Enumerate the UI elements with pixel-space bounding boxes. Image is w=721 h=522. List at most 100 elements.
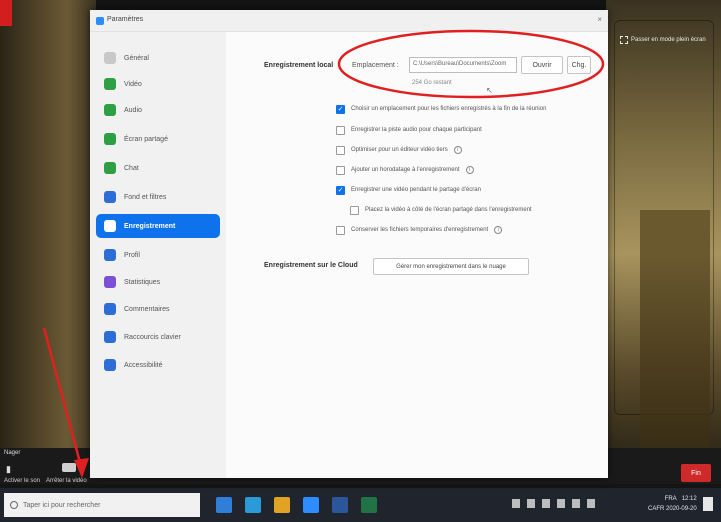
recording-option[interactable]: Conserver les fichiers temporaires d'enr… [336, 224, 503, 236]
share-screen-icon [104, 133, 116, 145]
search-icon [10, 501, 18, 509]
checkbox[interactable] [336, 225, 345, 235]
feedback-icon [104, 303, 116, 315]
settings-content [226, 32, 608, 478]
checkbox[interactable] [336, 165, 345, 175]
sidebar-item-label: Général [124, 54, 149, 62]
up-arrow-icon[interactable] [512, 499, 520, 508]
sidebar-item-label: Audio [124, 106, 142, 114]
settings-sidebar: Général Vidéo Audio Écran partagé Chat Fond e… [90, 32, 226, 478]
location-label: Emplacement : [352, 62, 399, 69]
sidebar-item-8[interactable]: Profil [96, 243, 220, 267]
pen-icon[interactable] [587, 499, 595, 508]
chat-icon [104, 162, 116, 174]
battery-icon[interactable] [527, 499, 535, 508]
change-folder-button[interactable]: Chg. [567, 56, 591, 74]
fullscreen-icon [620, 36, 628, 44]
system-tray [512, 499, 595, 508]
volume-icon[interactable] [572, 499, 580, 508]
sidebar-item-3[interactable]: Audio [96, 98, 220, 122]
recording-option[interactable]: Ajouter un horodatage à l'enregistrement… [336, 164, 474, 176]
lang-bottom: CAFR [648, 506, 665, 512]
microphone-icon[interactable]: ▮ [6, 464, 14, 474]
sidebar-item-2[interactable]: Vidéo [96, 72, 220, 96]
option-label: Conserver les fichiers temporaires d'enr… [351, 227, 489, 233]
option-label: Enregistrer la piste audio pour chaque p… [351, 127, 482, 133]
zoom-icon[interactable] [303, 497, 319, 513]
manage-cloud-recording-button[interactable]: Gérer mon enregistrement dans le nuage [373, 258, 529, 275]
stop-video-button-label[interactable]: Arrêter la vidéo [46, 478, 87, 484]
dialog-titlebar: Paramètres × [90, 10, 608, 32]
sidebar-item-label: Accessibilité [124, 361, 163, 369]
recording-option[interactable]: Optimiser pour un éditeur vidéo tiers i [336, 144, 462, 156]
sidebar-item-5[interactable]: Chat [96, 156, 220, 180]
taskbar-search[interactable]: Taper ici pour rechercher [4, 493, 200, 517]
option-label: Enregistrer une vidéo pendant le partage… [351, 187, 481, 193]
option-label: Ajouter un horodatage à l'enregistrement [351, 167, 460, 173]
settings-dialog: Paramètres × Général Vidéo Audio Écran part… [90, 10, 608, 478]
edge-icon[interactable] [245, 497, 261, 513]
camera-icon[interactable] [62, 463, 76, 472]
background-icon [104, 191, 116, 203]
word-icon[interactable] [332, 497, 348, 513]
sidebar-item-label: Fond et filtres [124, 193, 167, 201]
zoom-logo-icon [96, 17, 104, 25]
sidebar-item-7[interactable]: Enregistrement [96, 214, 220, 238]
open-folder-button[interactable]: Ouvrir [521, 56, 563, 74]
accessibility-icon [104, 359, 116, 371]
record-icon [104, 220, 116, 232]
info-icon[interactable]: i [453, 146, 462, 154]
corner-marker [0, 0, 12, 26]
clock-date: 2020-09-20 [666, 506, 697, 512]
excel-icon[interactable] [361, 497, 377, 513]
sidebar-item-10[interactable]: Commentaires [96, 297, 220, 321]
unmute-button-label[interactable]: Activer le son [4, 478, 40, 484]
local-recording-heading: Enregistrement local [264, 62, 334, 69]
option-label: Placez la vidéo à côté de l'écran partag… [365, 207, 532, 213]
checkbox[interactable] [336, 145, 345, 155]
video-background-left [0, 0, 96, 462]
sidebar-item-6[interactable]: Fond et filtres [96, 185, 220, 209]
screen: Passer en mode plein écran Nager ▮ Activ… [0, 0, 721, 522]
sidebar-item-9[interactable]: Statistiques [96, 270, 220, 294]
chrome-icon[interactable] [274, 497, 290, 513]
profile-icon [104, 249, 116, 261]
info-icon[interactable]: i [494, 226, 503, 234]
file-explorer-icon[interactable] [216, 497, 232, 513]
checkbox[interactable] [336, 125, 345, 135]
sidebar-item-1[interactable]: Général [96, 46, 220, 70]
sidebar-item-12[interactable]: Accessibilité [96, 353, 220, 377]
lang-top: FRA [664, 496, 677, 502]
close-button[interactable]: × [597, 15, 602, 24]
end-meeting-button[interactable]: Fin [681, 464, 711, 482]
sidebar-item-11[interactable]: Raccourcis clavier [96, 325, 220, 349]
cloud-recording-heading: Enregistrement sur le Cloud [264, 262, 358, 269]
recording-option[interactable]: ✓ Enregistrer une vidéo pendant le partag… [336, 184, 481, 196]
fullscreen-button[interactable]: Passer en mode plein écran [620, 33, 718, 47]
checkbox[interactable]: ✓ [336, 104, 345, 114]
notification-icon[interactable] [703, 497, 713, 511]
recording-option[interactable]: Placez la vidéo à côté de l'écran partag… [350, 204, 532, 216]
keyboard-icon [104, 331, 116, 343]
headphones-icon [104, 104, 116, 116]
sidebar-item-label: Profil [124, 251, 140, 259]
info-icon[interactable]: i [465, 166, 474, 174]
taskbar-clock[interactable]: FRA 12:12 CAFR 2020-09-20 [648, 494, 697, 514]
sidebar-item-label: Enregistrement [124, 222, 176, 230]
stats-icon [104, 276, 116, 288]
recording-option[interactable]: ✓ Choisir un emplacement pour les fichier… [336, 103, 546, 115]
video-icon [104, 78, 116, 90]
checkbox[interactable] [350, 205, 359, 215]
sidebar-item-4[interactable]: Écran partagé [96, 127, 220, 151]
option-label: Choisir un emplacement pour les fichiers… [351, 106, 547, 112]
recording-option[interactable]: Enregistrer la piste audio pour chaque p… [336, 124, 482, 136]
sidebar-item-label: Écran partagé [124, 135, 168, 143]
checkbox[interactable]: ✓ [336, 185, 345, 195]
fullscreen-label: Passer en mode plein écran [631, 37, 706, 43]
recording-path-field[interactable]: C:\Users\Bureau\Documents\Zoom [409, 57, 517, 73]
option-label: Optimiser pour un éditeur vidéo tiers [351, 147, 448, 153]
gear-icon [104, 52, 116, 64]
wifi-icon[interactable] [557, 499, 565, 508]
network-icon[interactable] [542, 499, 550, 508]
sidebar-item-label: Chat [124, 164, 139, 172]
